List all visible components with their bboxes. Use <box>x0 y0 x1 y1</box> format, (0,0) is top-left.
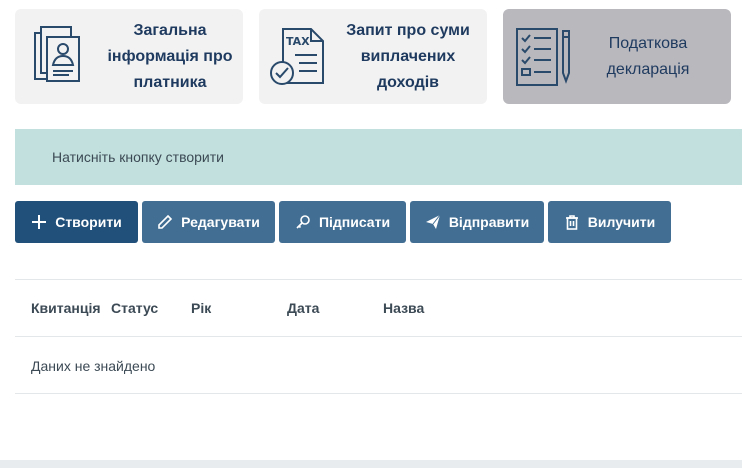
horizontal-scrollbar[interactable] <box>0 460 742 468</box>
trash-icon <box>564 214 580 230</box>
paper-plane-icon <box>425 214 441 230</box>
card-label: Запит про суми виплачених доходів <box>346 22 470 91</box>
plus-icon <box>31 214 47 230</box>
edit-button-label: Редагувати <box>181 214 260 230</box>
card-income-request[interactable]: TAX Запит про суми виплачених доходів <box>259 9 487 104</box>
tax-document-icon: TAX <box>265 23 331 91</box>
profile-document-icon <box>25 23 91 91</box>
info-banner: Натисніть кнопку створити <box>15 129 742 185</box>
checklist-clipboard-icon <box>511 23 577 91</box>
info-message: Натисніть кнопку створити <box>52 149 224 165</box>
card-tax-declaration[interactable]: Податкова декларація <box>503 9 731 104</box>
table-bottom-divider <box>15 393 742 394</box>
delete-button-label: Вилучити <box>587 214 656 230</box>
empty-table-message: Даних не знайдено <box>31 358 156 374</box>
sign-button[interactable]: Підписати <box>279 201 406 243</box>
table-top-divider <box>15 279 742 280</box>
column-header-year[interactable]: Рік <box>191 300 211 316</box>
sign-button-label: Підписати <box>318 214 391 230</box>
send-button[interactable]: Відправити <box>410 201 544 243</box>
column-header-receipt[interactable]: Квитанція <box>31 300 101 316</box>
key-icon <box>295 214 311 230</box>
delete-button[interactable]: Вилучити <box>548 201 671 243</box>
create-button-label: Створити <box>55 214 122 230</box>
column-header-status[interactable]: Статус <box>111 300 158 316</box>
card-label: Загальна інформація про платника <box>107 22 233 91</box>
pencil-icon <box>157 214 173 230</box>
column-header-name[interactable]: Назва <box>383 300 424 316</box>
card-payer-info[interactable]: Загальна інформація про платника <box>15 9 243 104</box>
send-button-label: Відправити <box>448 214 530 230</box>
create-button[interactable]: Створити <box>15 201 138 243</box>
table-header-divider <box>15 336 742 337</box>
card-label: Податкова декларація <box>606 35 690 78</box>
svg-text:TAX: TAX <box>286 35 310 48</box>
column-header-date[interactable]: Дата <box>287 300 319 316</box>
edit-button[interactable]: Редагувати <box>142 201 275 243</box>
